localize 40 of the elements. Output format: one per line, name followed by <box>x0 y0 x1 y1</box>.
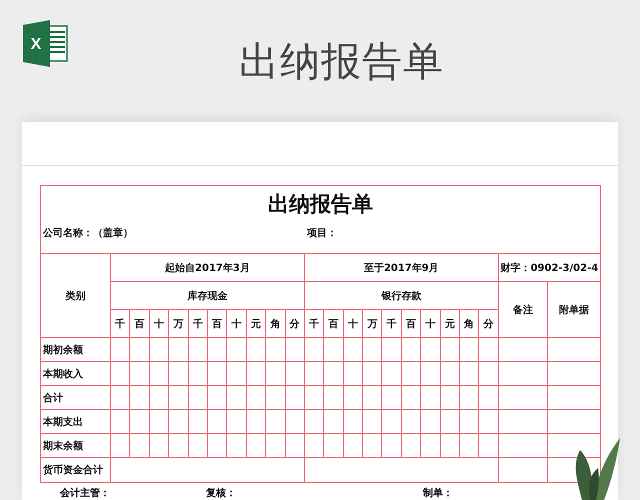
table-cell: 千 <box>110 310 130 338</box>
table-cell: 万 <box>362 310 382 338</box>
table-cell: 百 <box>324 310 344 338</box>
table-cell: 类别 <box>40 254 110 338</box>
table-cell: 千 <box>304 310 324 338</box>
table-cell: 备注 <box>498 282 548 338</box>
table-cell: 百 <box>401 310 421 338</box>
table-cell: 元 <box>246 310 266 338</box>
form-title: 出纳报告单 <box>266 191 374 218</box>
table-cell: 角 <box>266 310 286 338</box>
table-cell: 银行存款 <box>304 282 498 310</box>
table-cell: 元 <box>440 310 460 338</box>
table-cell: 附单据 <box>547 282 600 338</box>
table-cell: 百 <box>207 310 227 338</box>
company-label: 公司名称：（盖章） <box>43 226 134 241</box>
table-cell: 千 <box>188 310 208 338</box>
table-cell: 千 <box>382 310 402 338</box>
page-title: 出纳报告单 <box>239 38 444 87</box>
row-label: 期初余额 <box>40 338 110 362</box>
table-cell: 起始自2017年3月 <box>110 254 304 282</box>
signature-label: 复核： <box>206 486 237 500</box>
table-cell: 万 <box>168 310 188 338</box>
table-cell: 十 <box>420 310 440 338</box>
row-label: 期末余额 <box>40 434 110 458</box>
row-label: 合计 <box>40 386 110 410</box>
table-cell: 十 <box>149 310 169 338</box>
table-cell: 至于2017年9月 <box>304 254 498 282</box>
project-label: 项目： <box>307 227 337 241</box>
row-label: 货币资金合计 <box>40 458 110 482</box>
table-cell: 分 <box>285 310 304 338</box>
table-cell: 财字：0902-3/02-4 <box>498 254 600 282</box>
table-cell: 十 <box>343 310 363 338</box>
table-cell: 十 <box>226 310 246 338</box>
row-label: 本期支出 <box>40 410 110 434</box>
signature-label: 制单： <box>423 486 454 500</box>
table-cell: 百 <box>130 310 150 338</box>
table-cell: 库存现金 <box>110 282 304 310</box>
signature-label: 会计主管： <box>60 486 111 500</box>
table-cell: 角 <box>460 310 479 338</box>
row-label: 本期收入 <box>40 362 110 386</box>
